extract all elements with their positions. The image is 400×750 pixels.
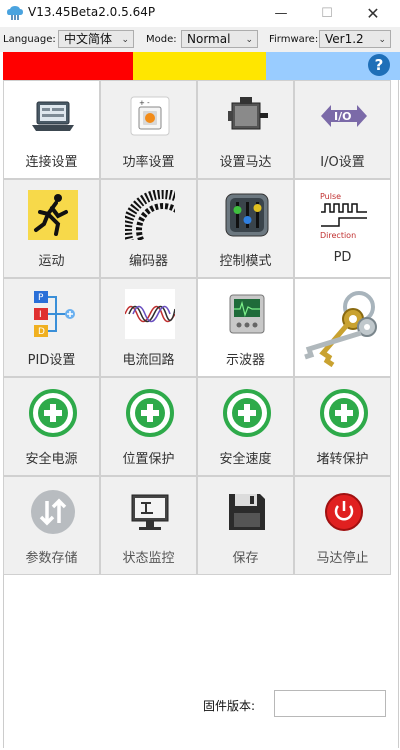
transfer-arrows-icon [31, 490, 75, 534]
tile-control-mode[interactable]: 控制模式 [197, 179, 294, 278]
safety-cross-icon [126, 389, 174, 437]
chevron-down-icon: ⌄ [245, 35, 253, 45]
firmware-version-label: 固件版本: [203, 699, 256, 713]
safety-cross-icon [29, 389, 77, 437]
control-mode-icon [225, 193, 269, 237]
window-title: V13.45Beta2.0.5.64P [28, 5, 156, 19]
safety-cross-icon [223, 389, 271, 437]
safety-cross-icon [320, 389, 368, 437]
tile-label: 连接设置 [25, 155, 78, 170]
monitor-icon [131, 494, 169, 530]
pid-icon: P I D [34, 291, 75, 337]
status-indicator-yellow [133, 52, 266, 80]
tile-label: 位置保护 [122, 452, 175, 467]
svg-text:I/O: I/O [334, 110, 351, 123]
mode-label: Mode: [146, 34, 177, 45]
tile-connection-settings[interactable]: 连接设置 [3, 80, 100, 179]
mode-value: Normal [187, 32, 231, 46]
tile-label: PD [333, 250, 352, 265]
tile-pd[interactable]: Pulse Direction PD [294, 179, 391, 278]
tile-save[interactable]: 保存 [197, 476, 294, 575]
toolbar: Language: 中文简体 ⌄ Mode: Normal ⌄ Firmware… [0, 27, 400, 52]
language-label: Language: [3, 34, 56, 45]
keys-icon [304, 291, 377, 368]
pulse-text: Pulse [320, 192, 341, 201]
status-bar [0, 52, 400, 80]
tile-label: 安全电源 [25, 452, 78, 467]
pid-letter-p: P [38, 293, 44, 303]
tile-motion[interactable]: 运动 [3, 179, 100, 278]
encoder-icon [125, 190, 175, 240]
maximize-button[interactable]: ☐ [304, 0, 350, 27]
language-value: 中文简体 [64, 32, 113, 46]
tile-label: 示波器 [225, 353, 265, 368]
motor-icon [228, 97, 268, 130]
firmware-value: Ver1.2 [325, 32, 364, 46]
tile-label: 堵转保护 [316, 452, 369, 467]
tile-current-loop[interactable]: 电流回路 [100, 278, 197, 377]
tile-io-settings[interactable]: I/O I/O设置 [294, 80, 391, 179]
tile-label: 编码器 [128, 254, 168, 269]
language-select[interactable]: 中文简体 ⌄ [58, 30, 134, 48]
sine-wave-icon [125, 289, 175, 339]
tile-safe-power[interactable]: 安全电源 [3, 377, 100, 476]
tile-label: 设置马达 [219, 155, 272, 170]
minimize-button[interactable]: — [258, 0, 304, 27]
tile-status-monitor[interactable]: 状态监控 [100, 476, 197, 575]
tile-motor-settings[interactable]: 设置马达 [197, 80, 294, 179]
tile-motor-stop[interactable]: 马达停止 [294, 476, 391, 575]
tile-pid-settings[interactable]: P I D PID设置 [3, 278, 100, 377]
tile-parameter-storage[interactable]: 参数存储 [3, 476, 100, 575]
chevron-down-icon: ⌄ [378, 35, 386, 45]
firmware-select[interactable]: Ver1.2 ⌄ [319, 30, 391, 48]
close-button[interactable]: ✕ [350, 0, 396, 27]
tile-label: 参数存储 [25, 551, 78, 566]
tile-label: 保存 [232, 551, 259, 566]
mode-select[interactable]: Normal ⌄ [181, 30, 258, 48]
tile-keys[interactable] [294, 278, 391, 377]
tile-label: 控制模式 [219, 254, 272, 269]
chevron-down-icon: ⌄ [121, 35, 129, 45]
help-button[interactable]: ? [368, 54, 390, 76]
svg-text:+ -: + - [139, 99, 150, 107]
io-icon: I/O [321, 105, 367, 127]
tile-label: 电流回路 [122, 353, 175, 368]
tile-stall-protection[interactable]: 堵转保护 [294, 377, 391, 476]
laptop-icon [32, 101, 74, 131]
tile-label: 马达停止 [316, 551, 369, 566]
firmware-version-field[interactable] [274, 690, 386, 717]
tile-power-settings[interactable]: + - 功率设置 [100, 80, 197, 179]
tile-label: PID设置 [27, 353, 76, 368]
power-stop-icon [325, 493, 363, 531]
pid-letter-d: D [38, 327, 45, 337]
tile-label: 运动 [38, 254, 65, 269]
title-bar: V13.45Beta2.0.5.64P — ☐ ✕ [0, 0, 400, 27]
tile-label: 安全速度 [219, 452, 272, 467]
battery-icon: + - [130, 96, 170, 136]
tile-label: I/O设置 [320, 155, 365, 170]
status-indicator-red [3, 52, 133, 80]
runner-icon [28, 190, 78, 240]
tile-encoder[interactable]: 编码器 [100, 179, 197, 278]
oscilloscope-icon [229, 294, 265, 334]
tile-label: 状态监控 [122, 551, 175, 566]
pulse-direction-icon: Pulse Direction [320, 192, 367, 240]
app-icon [7, 6, 23, 20]
tile-safe-speed[interactable]: 安全速度 [197, 377, 294, 476]
direction-text: Direction [320, 231, 356, 240]
pid-letter-i: I [39, 310, 42, 320]
tile-position-protection[interactable]: 位置保护 [100, 377, 197, 476]
floppy-icon [229, 494, 265, 530]
tile-oscilloscope[interactable]: 示波器 [197, 278, 294, 377]
tile-label: 功率设置 [122, 155, 175, 170]
firmware-label: Firmware: [269, 34, 319, 45]
